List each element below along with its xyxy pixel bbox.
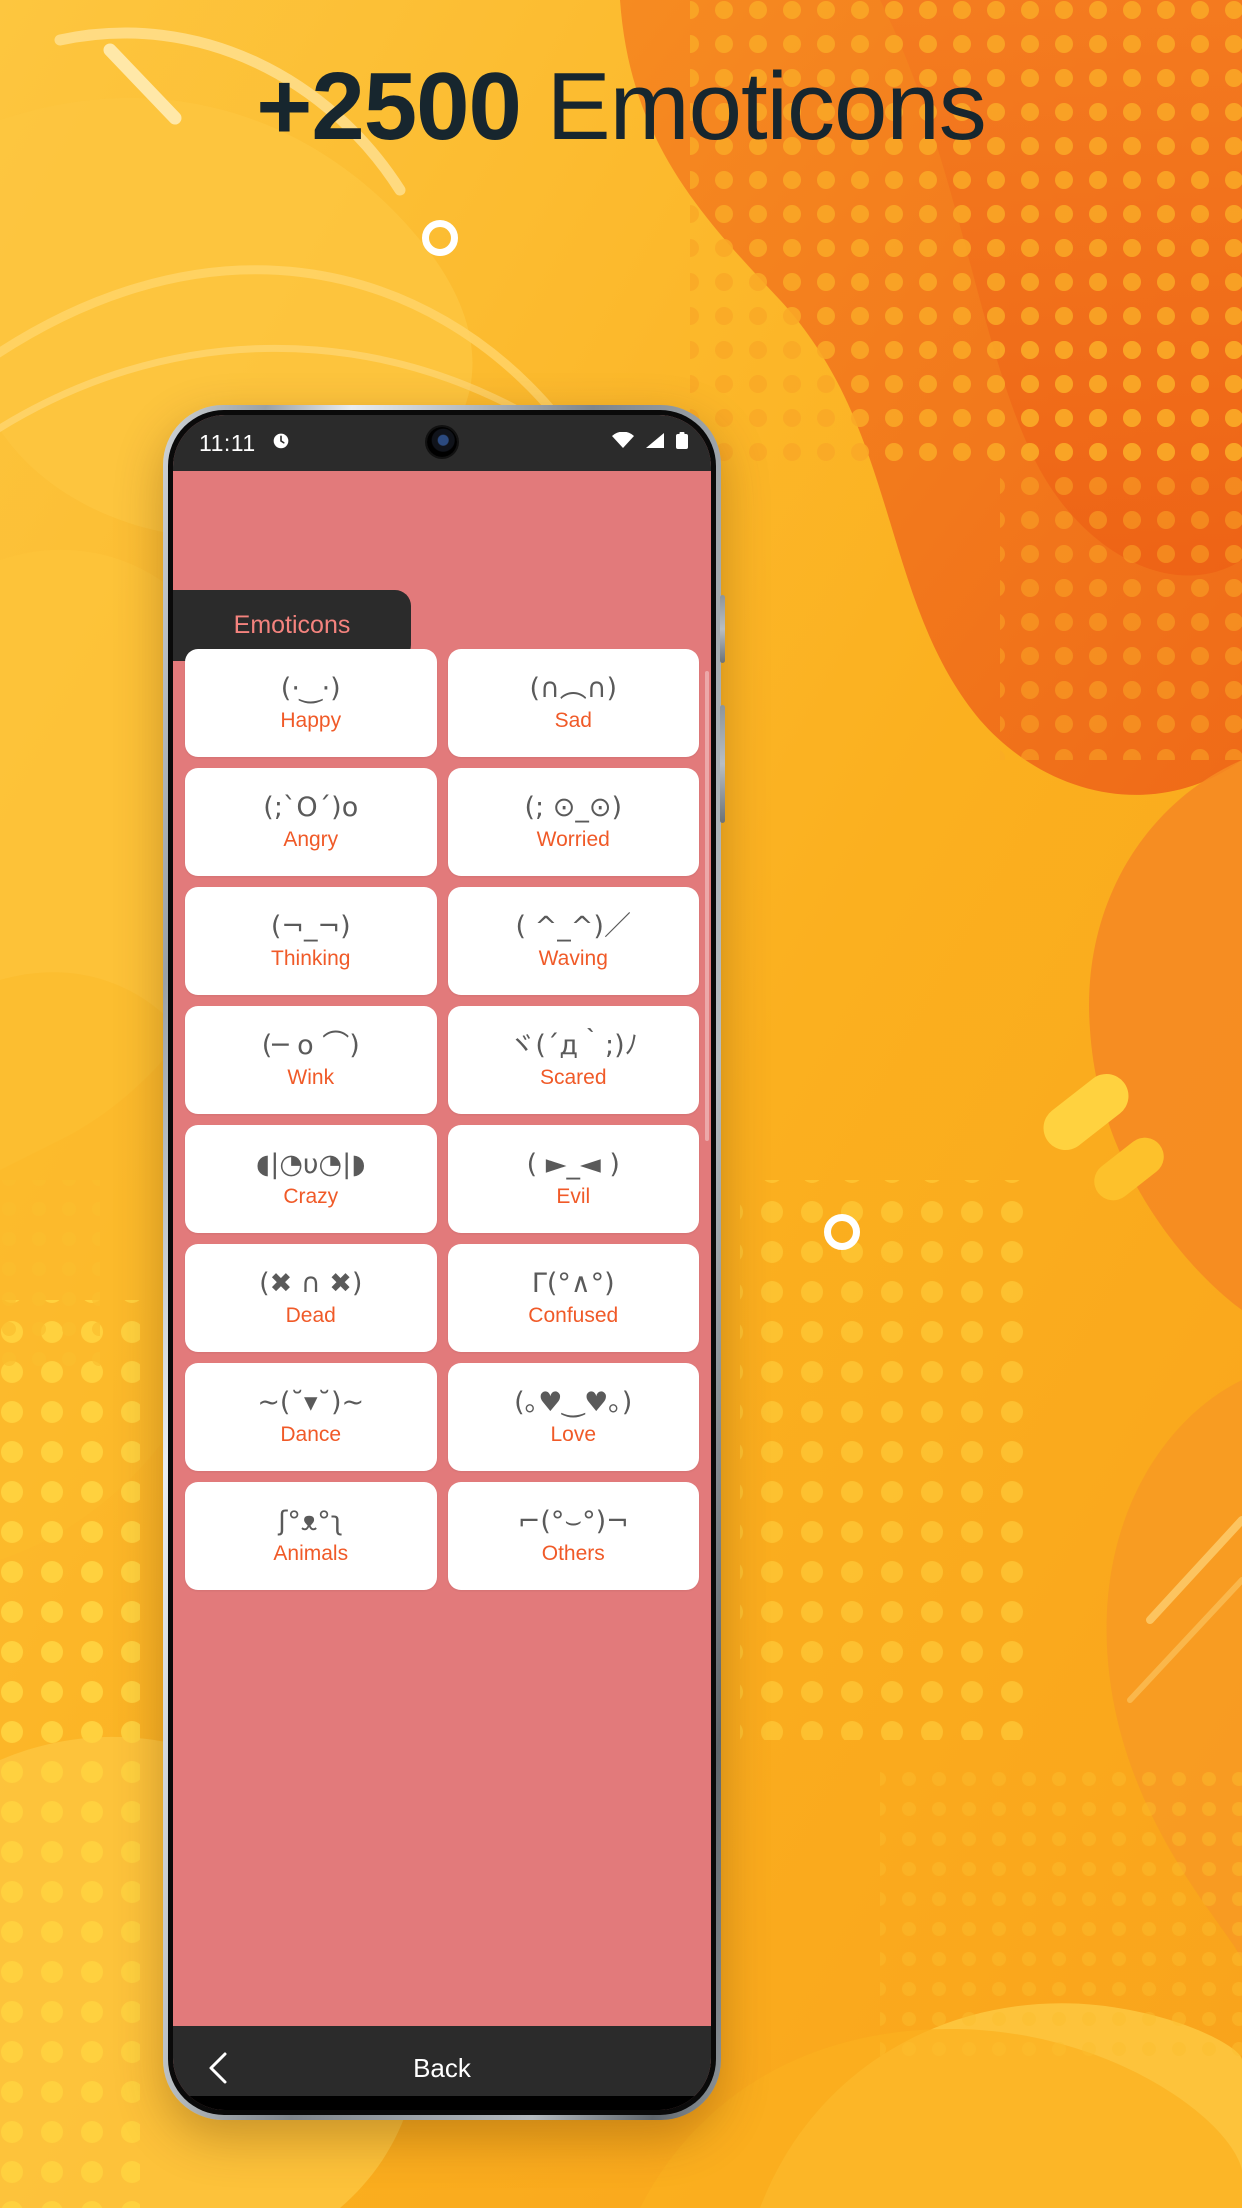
- category-card-wink[interactable]: (─ o ⌒) Wink: [185, 1006, 437, 1114]
- emoticon-face: ~(˘▾˘)~: [257, 1387, 365, 1418]
- category-card-waving[interactable]: ( ^_^)／ Waving: [447, 887, 699, 995]
- emoticon-face: (; ⊙_⊙): [524, 792, 623, 823]
- emoticon-face: ヾ(´д｀;)ﾉ: [508, 1030, 639, 1061]
- phone-side-button-power: [720, 705, 725, 823]
- emoticon-face: (·‿·): [280, 673, 341, 704]
- category-card-sad[interactable]: (∩︵∩) Sad: [447, 649, 699, 757]
- emoticon-face: ( ^_^)／: [515, 911, 631, 942]
- phone-side-button-volume: [720, 595, 725, 663]
- category-card-thinking[interactable]: (¬_¬) Thinking: [185, 887, 437, 995]
- category-label: Worried: [536, 828, 610, 851]
- category-label: Crazy: [283, 1185, 339, 1208]
- category-card-others[interactable]: ⌐(°⌣°)¬ Others: [447, 1482, 699, 1590]
- bottom-navigation-bar: Back: [173, 2026, 711, 2110]
- category-label: Happy: [280, 709, 342, 732]
- category-label: Others: [541, 1542, 605, 1565]
- emoticon-face: ⌐(°⌣°)¬: [517, 1506, 629, 1537]
- category-card-worried[interactable]: (; ⊙_⊙) Worried: [447, 768, 699, 876]
- emoticon-face: ( ►_◄ ): [526, 1149, 620, 1180]
- status-right-icons: [611, 430, 689, 456]
- category-label: Love: [550, 1423, 597, 1446]
- emoticon-face: ʃ°ᴥ°ʅ: [278, 1506, 344, 1537]
- category-card-angry[interactable]: (;`O´)o Angry: [185, 768, 437, 876]
- category-card-evil[interactable]: ( ►_◄ ) Evil: [447, 1125, 699, 1233]
- category-label: Waving: [538, 947, 608, 970]
- category-label: Scared: [539, 1066, 607, 1089]
- emoticon-face: (｡♥‿♥｡): [514, 1387, 633, 1418]
- emoticon-face: (¬_¬): [270, 911, 351, 942]
- category-label: Dead: [285, 1304, 336, 1327]
- emoticon-face: (✖ ∩ ✖): [259, 1268, 363, 1299]
- phone-bezel: 11:11 Emoticons (·‿·) Happy (∩︵∩) Sad (;…: [168, 410, 716, 2115]
- status-left-icons: [270, 429, 292, 457]
- decorative-ring-top: [422, 220, 458, 256]
- front-camera-punch-hole: [427, 427, 457, 457]
- headline-word: Emoticons: [546, 53, 987, 160]
- decorative-ring-bottom: [824, 1214, 860, 1250]
- emoticon-face: Γ(°∧°): [531, 1268, 615, 1299]
- home-indicator: [173, 2096, 711, 2110]
- category-card-happy[interactable]: (·‿·) Happy: [185, 649, 437, 757]
- category-card-dance[interactable]: ~(˘▾˘)~ Dance: [185, 1363, 437, 1471]
- category-card-confused[interactable]: Γ(°∧°) Confused: [447, 1244, 699, 1352]
- category-label: Dance: [280, 1423, 342, 1446]
- category-card-love[interactable]: (｡♥‿♥｡) Love: [447, 1363, 699, 1471]
- app-content: Emoticons (·‿·) Happy (∩︵∩) Sad (;`O´)o …: [173, 471, 711, 2026]
- phone-mockup: 11:11 Emoticons (·‿·) Happy (∩︵∩) Sad (;…: [163, 405, 725, 2120]
- category-label: Wink: [287, 1066, 335, 1089]
- category-label: Sad: [554, 709, 592, 732]
- category-card-dead[interactable]: (✖ ∩ ✖) Dead: [185, 1244, 437, 1352]
- back-button-label[interactable]: Back: [173, 2053, 711, 2084]
- headline-number: +2500: [256, 53, 522, 160]
- status-bar: 11:11: [173, 415, 711, 471]
- emoticon-category-grid: (·‿·) Happy (∩︵∩) Sad (;`O´)o Angry (; ⊙…: [185, 649, 699, 1590]
- phone-screen: 11:11 Emoticons (·‿·) Happy (∩︵∩) Sad (;…: [173, 415, 711, 2110]
- emoticon-face: (;`O´)o: [263, 792, 359, 823]
- alarm-icon: [270, 429, 292, 457]
- category-label: Confused: [528, 1304, 619, 1327]
- emoticon-face: (─ o ⌒): [261, 1030, 360, 1061]
- signal-icon: [644, 430, 666, 456]
- emoticon-face: (∩︵∩): [529, 673, 618, 704]
- category-label: Thinking: [271, 947, 351, 970]
- category-label: Animals: [273, 1542, 349, 1565]
- category-label: Angry: [283, 828, 339, 851]
- category-label: Evil: [556, 1185, 591, 1208]
- category-card-crazy[interactable]: ◖|◔υ◔|◗ Crazy: [185, 1125, 437, 1233]
- scrollbar[interactable]: [705, 671, 709, 1141]
- emoticon-face: ◖|◔υ◔|◗: [256, 1149, 366, 1180]
- wifi-icon: [611, 430, 635, 456]
- category-card-animals[interactable]: ʃ°ᴥ°ʅ Animals: [185, 1482, 437, 1590]
- status-time: 11:11: [199, 429, 256, 456]
- category-card-scared[interactable]: ヾ(´д｀;)ﾉ Scared: [447, 1006, 699, 1114]
- battery-icon: [675, 430, 689, 456]
- chevron-left-icon[interactable]: [203, 2052, 233, 2084]
- poster-headline: +2500 Emoticons: [0, 52, 1242, 162]
